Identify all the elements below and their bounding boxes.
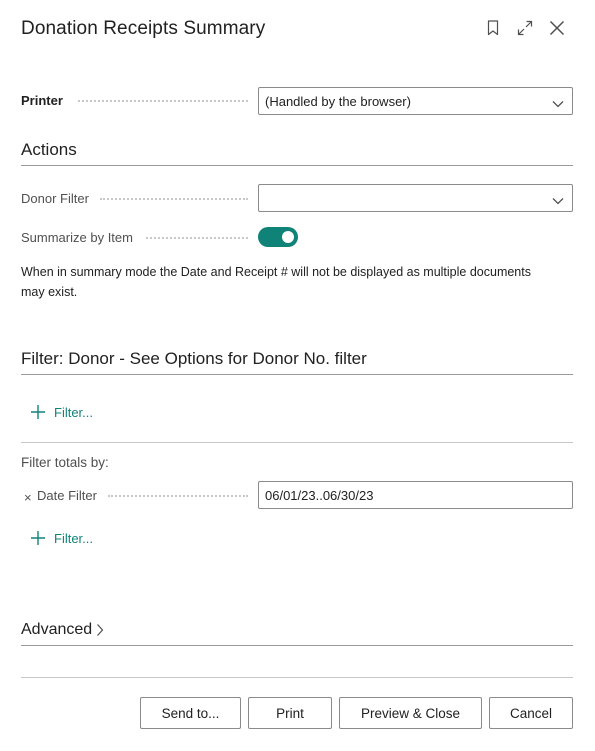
plus-icon [28,402,48,422]
donor-filter-select[interactable] [258,184,573,212]
summarize-label: Summarize by Item [21,230,133,245]
remove-date-filter-button[interactable]: × [24,490,32,505]
add-totals-filter-button[interactable]: Filter... [28,528,93,548]
bookmark-icon[interactable] [482,17,504,39]
donor-filter-dots [100,198,248,200]
preview-close-button[interactable]: Preview & Close [339,697,482,729]
donor-filter-label: Donor Filter [21,191,89,206]
summarize-dots [146,237,248,239]
dialog-title: Donation Receipts Summary [21,18,266,39]
date-filter-dots [108,495,248,497]
add-totals-filter-label: Filter... [54,530,94,546]
actions-section-title: Actions [21,140,77,159]
date-filter-value: 06/01/23..06/30/23 [265,487,374,503]
filter-totals-title: Filter totals by: [21,455,109,470]
advanced-divider [21,645,573,646]
advanced-label: Advanced [21,621,93,638]
add-donor-filter-label: Filter... [54,404,94,420]
printer-value: (Handled by the browser) [265,93,411,109]
date-filter-input[interactable]: 06/01/23..06/30/23 [258,481,573,509]
toggle-knob [282,231,294,243]
request-page-dialog: Donation Receipts Summary Printer (Handl… [0,0,595,751]
printer-label: Printer [21,93,63,108]
donor-filter-divider [21,374,573,375]
expand-icon[interactable] [514,17,536,39]
printer-select[interactable]: (Handled by the browser) [258,87,573,115]
chevron-down-icon [552,96,564,111]
close-icon[interactable] [546,17,568,39]
printer-dots [78,100,248,102]
chevron-down-icon [552,193,564,208]
send-to-button[interactable]: Send to... [140,697,241,729]
advanced-toggle[interactable]: Advanced [21,621,104,639]
add-donor-filter-button[interactable]: Filter... [28,402,93,422]
cancel-button[interactable]: Cancel [489,697,573,729]
actions-divider [21,165,573,166]
summarize-toggle[interactable] [258,227,298,247]
totals-divider [21,442,573,443]
date-filter-label: Date Filter [37,488,97,503]
chevron-right-icon [96,623,104,637]
footer-divider [21,677,573,678]
summary-mode-note: When in summary mode the Date and Receip… [21,265,531,299]
donor-filter-section-title: Filter: Donor - See Options for Donor No… [21,349,367,368]
plus-icon [28,528,48,548]
print-button[interactable]: Print [248,697,332,729]
